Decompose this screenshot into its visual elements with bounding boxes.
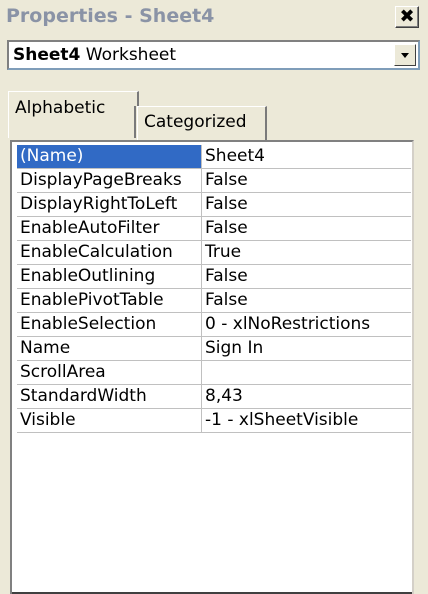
property-row[interactable]: EnableAutoFilter False (17, 217, 411, 241)
property-name[interactable]: Visible (17, 409, 202, 432)
object-selector-dropdown[interactable]: Sheet4 Worksheet (7, 40, 420, 70)
close-icon: ✖ (399, 6, 415, 27)
property-name[interactable]: EnableCalculation (17, 241, 202, 264)
property-name[interactable]: Name (17, 337, 202, 360)
properties-window: Properties - Sheet4 ✖ Sheet4 Worksheet C… (0, 0, 428, 594)
property-row[interactable]: EnableSelection 0 - xlNoRestrictions (17, 313, 411, 337)
property-row[interactable]: EnableCalculation True (17, 241, 411, 265)
property-value[interactable] (202, 361, 411, 384)
property-name[interactable]: DisplayPageBreaks (17, 169, 202, 192)
property-value[interactable]: 8,43 (202, 385, 411, 408)
tab-categorized-label: Categorized (144, 112, 247, 132)
property-value[interactable]: False (202, 289, 411, 312)
property-row[interactable]: EnableOutlining False (17, 265, 411, 289)
property-row[interactable]: DisplayRightToLeft False (17, 193, 411, 217)
title-bar[interactable]: Properties - Sheet4 ✖ (0, 0, 428, 34)
property-row[interactable]: Name Sign In (17, 337, 411, 361)
property-name[interactable]: EnablePivotTable (17, 289, 202, 312)
dropdown-arrow-icon[interactable] (394, 44, 416, 66)
property-name[interactable]: DisplayRightToLeft (17, 193, 202, 216)
object-name: Sheet4 (13, 45, 81, 65)
property-row[interactable]: ScrollArea (17, 361, 411, 385)
window-title: Properties - Sheet4 (6, 5, 215, 27)
close-button[interactable]: ✖ (395, 6, 419, 28)
object-type: Worksheet (85, 45, 177, 65)
property-grid: (Name) Sheet4 DisplayPageBreaks False Displa… (17, 145, 411, 433)
property-row[interactable]: (Name) Sheet4 (17, 145, 411, 169)
property-value[interactable]: False (202, 193, 411, 216)
property-grid-panel: (Name) Sheet4 DisplayPageBreaks False Displa… (10, 140, 414, 594)
property-value[interactable]: True (202, 241, 411, 264)
property-row[interactable]: Visible -1 - xlSheetVisible (17, 409, 411, 433)
tab-categorized[interactable]: Categorized (137, 106, 267, 140)
property-row[interactable]: EnablePivotTable False (17, 289, 411, 313)
property-value[interactable]: -1 - xlSheetVisible (202, 409, 411, 432)
property-row[interactable]: DisplayPageBreaks False (17, 169, 411, 193)
property-name[interactable]: EnableOutlining (17, 265, 202, 288)
property-value[interactable]: False (202, 265, 411, 288)
property-name[interactable]: EnableSelection (17, 313, 202, 336)
property-value[interactable]: Sheet4 (202, 145, 411, 168)
property-name[interactable]: EnableAutoFilter (17, 217, 202, 240)
property-name[interactable]: (Name) (17, 145, 202, 168)
object-selector-text: Sheet4 Worksheet (13, 45, 176, 65)
property-value[interactable]: False (202, 169, 411, 192)
property-row[interactable]: StandardWidth 8,43 (17, 385, 411, 409)
property-name[interactable]: StandardWidth (17, 385, 202, 408)
property-value[interactable]: False (202, 217, 411, 240)
tab-alphabetic[interactable]: Alphabetic (8, 91, 139, 138)
property-name[interactable]: ScrollArea (17, 361, 202, 384)
property-value[interactable]: 0 - xlNoRestrictions (202, 313, 411, 336)
tab-alphabetic-label: Alphabetic (15, 98, 106, 118)
property-value[interactable]: Sign In (202, 337, 411, 360)
